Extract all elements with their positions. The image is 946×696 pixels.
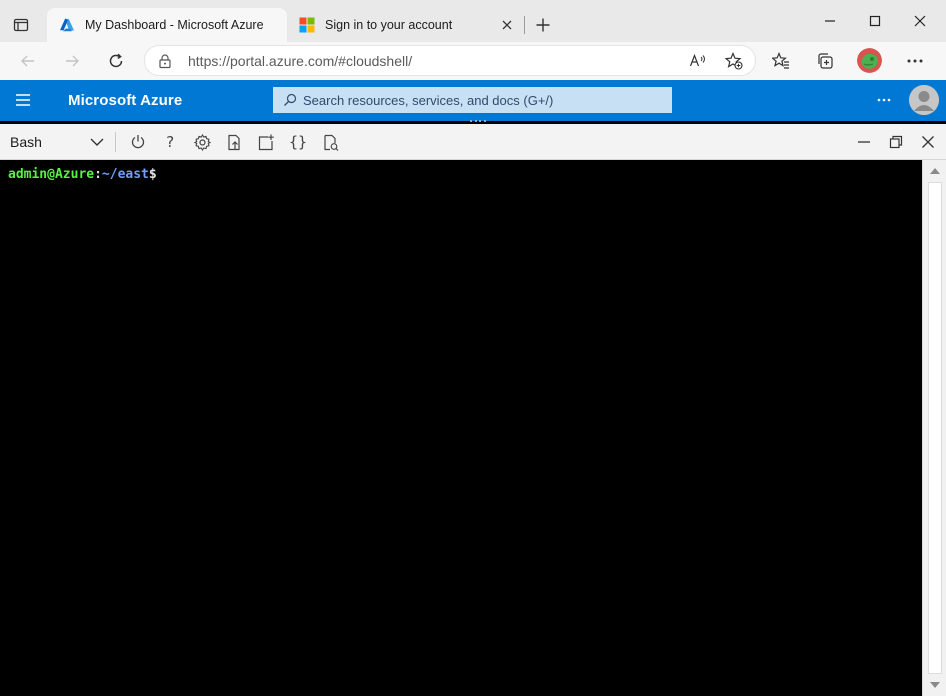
maximize-window-button[interactable] <box>860 8 890 34</box>
shell-type-label: Bash <box>10 134 42 150</box>
restart-shell-button[interactable] <box>126 130 150 154</box>
shell-settings-button[interactable] <box>190 130 214 154</box>
triangle-up-icon <box>930 168 940 174</box>
web-preview-icon <box>323 134 338 151</box>
shell-type-select[interactable]: Bash <box>0 124 112 160</box>
shell-resize-handle[interactable] <box>470 120 486 123</box>
tab-separator <box>524 16 525 34</box>
restore-shell-button[interactable] <box>884 130 908 154</box>
scroll-thumb[interactable] <box>928 182 942 674</box>
star-add-icon <box>725 52 743 70</box>
microsoft-logo-icon <box>299 17 315 33</box>
maximize-icon <box>869 15 881 27</box>
browser-toolbar: https://portal.azure.com/#cloudshell/ <box>0 42 946 80</box>
back-button[interactable] <box>13 46 43 76</box>
more-horizontal-icon <box>877 98 891 102</box>
new-session-icon <box>258 134 274 150</box>
address-url: https://portal.azure.com/#cloudshell/ <box>188 53 413 69</box>
prompt-separator: : <box>94 167 102 182</box>
add-favorite-button[interactable] <box>722 50 746 72</box>
shell-prompt: admin@Azure:~/east$ <box>8 164 164 182</box>
collections-button[interactable] <box>810 46 840 76</box>
restore-icon <box>889 135 903 149</box>
profile-avatar[interactable] <box>857 48 882 73</box>
forward-button[interactable] <box>57 46 87 76</box>
new-tab-button[interactable] <box>530 12 556 38</box>
chevron-down-icon <box>88 133 106 151</box>
refresh-button[interactable] <box>101 46 131 76</box>
search-icon <box>284 93 297 106</box>
open-editor-button[interactable]: {} <box>286 130 310 154</box>
read-aloud-icon <box>689 53 705 67</box>
profile-picture-icon <box>857 48 882 73</box>
arrow-right-icon <box>66 55 79 67</box>
close-window-button[interactable] <box>905 8 935 34</box>
portal-search-box[interactable] <box>273 87 672 113</box>
tab-actions-button[interactable] <box>8 12 34 38</box>
portal-header: Microsoft Azure <box>0 80 946 121</box>
settings-icon <box>193 133 211 151</box>
minimize-shell-button[interactable] <box>852 130 876 154</box>
close-icon <box>914 15 926 27</box>
triangle-down-icon <box>930 682 940 688</box>
toolbar-divider <box>115 132 116 152</box>
open-new-session-button[interactable] <box>254 130 278 154</box>
refresh-icon <box>109 53 123 68</box>
arrow-left-icon <box>21 55 34 67</box>
close-icon <box>922 136 934 148</box>
close-shell-button[interactable] <box>916 130 940 154</box>
tab-title: Sign in to your account <box>325 18 453 32</box>
read-aloud-button[interactable] <box>686 50 710 72</box>
plus-icon <box>536 18 550 32</box>
user-avatar[interactable] <box>909 85 939 115</box>
minimize-icon <box>858 141 870 143</box>
favorites-button[interactable] <box>766 46 796 76</box>
help-button[interactable]: ? <box>158 130 182 154</box>
portal-menu-button[interactable] <box>12 90 34 110</box>
more-horizontal-icon <box>907 59 923 63</box>
lock-icon <box>159 54 171 69</box>
browser-tab-strip: My Dashboard - Microsoft Azure Sign in t… <box>0 0 946 42</box>
portal-brand[interactable]: Microsoft Azure <box>68 92 182 109</box>
web-preview-button[interactable] <box>318 130 342 154</box>
tab-close-button[interactable] <box>495 13 519 37</box>
terminal-scrollbar[interactable] <box>922 160 946 696</box>
hamburger-icon <box>16 94 30 106</box>
collections-icon <box>818 53 833 69</box>
prompt-user-host: admin@Azure <box>8 167 95 182</box>
portal-more-button[interactable] <box>870 91 898 109</box>
upload-download-icon <box>227 134 240 150</box>
tab-actions-icon <box>13 18 29 32</box>
tab-title: My Dashboard - Microsoft Azure <box>85 18 264 32</box>
terminal[interactable]: admin@Azure:~/east$ <box>0 160 922 696</box>
prompt-path: ~/east <box>101 167 149 182</box>
cloud-shell-toolbar: Bash ? {} <box>0 124 946 160</box>
help-icon: ? <box>165 133 175 151</box>
close-icon <box>502 20 512 30</box>
tab-my-dashboard[interactable]: My Dashboard - Microsoft Azure <box>47 8 287 42</box>
upload-download-files-button[interactable] <box>222 130 246 154</box>
power-icon <box>131 135 145 149</box>
braces-icon: {} <box>288 133 308 151</box>
prompt-symbol: $ <box>148 167 157 182</box>
portal-search-input[interactable] <box>303 89 671 111</box>
minimize-window-button[interactable] <box>815 8 845 34</box>
minimize-icon <box>825 20 835 22</box>
address-bar[interactable]: https://portal.azure.com/#cloudshell/ <box>144 45 756 76</box>
tab-sign-in[interactable]: Sign in to your account <box>287 8 525 42</box>
user-silhouette-icon <box>909 85 939 115</box>
scroll-down-button[interactable] <box>929 680 941 690</box>
azure-logo-icon <box>60 18 74 32</box>
favorites-icon <box>772 52 789 69</box>
scroll-up-button[interactable] <box>929 166 941 176</box>
terminal-cursor <box>157 164 164 178</box>
settings-and-more-button[interactable] <box>900 46 930 76</box>
